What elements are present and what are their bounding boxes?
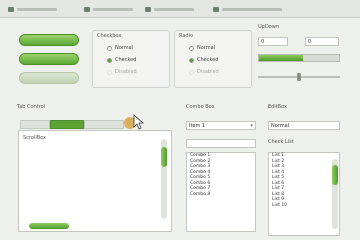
top-tab-3[interactable] bbox=[145, 4, 194, 14]
tab-icon bbox=[145, 6, 151, 12]
combo-title: Combo Box bbox=[186, 104, 215, 110]
radio-normal[interactable]: Normal bbox=[189, 45, 215, 51]
vertical-scrollbar[interactable] bbox=[161, 139, 167, 219]
checkbox-icon bbox=[107, 69, 112, 75]
tab-icon bbox=[213, 6, 219, 12]
progress-bar bbox=[258, 54, 340, 62]
radio-disabled: Disabled bbox=[189, 69, 219, 75]
radio-group-panel: Radio Normal Checked Disabled bbox=[174, 30, 252, 88]
checkbox-group-title: Checkbox bbox=[97, 33, 122, 39]
mouse-cursor-icon bbox=[120, 113, 150, 131]
slider-thumb[interactable] bbox=[297, 73, 301, 81]
check-list-item[interactable]: List 10 bbox=[269, 203, 339, 209]
horizontal-scroll-thumb[interactable] bbox=[29, 223, 69, 229]
checkbox-group-panel: Checkbox Normal Checked Disabled bbox=[92, 30, 170, 88]
tab-control-title: Tab Control bbox=[17, 104, 46, 110]
tab-icon bbox=[84, 6, 90, 12]
top-tab-1[interactable] bbox=[8, 4, 57, 14]
top-tab-4[interactable] bbox=[213, 4, 282, 14]
checkbox-normal[interactable]: Normal bbox=[107, 45, 133, 51]
list-scroll-thumb[interactable] bbox=[332, 165, 338, 185]
disabled-button bbox=[19, 72, 79, 84]
vertical-scroll-thumb[interactable] bbox=[161, 147, 167, 167]
updown-field-b[interactable]: 0 bbox=[305, 37, 339, 46]
primary-button[interactable] bbox=[19, 34, 79, 46]
radio-icon bbox=[189, 69, 194, 75]
progress-fill bbox=[259, 55, 303, 61]
updown-field-a[interactable]: 0 bbox=[258, 37, 288, 46]
radio-checked[interactable]: Checked bbox=[189, 57, 218, 63]
tab-icon bbox=[8, 6, 14, 12]
checkbox-checked[interactable]: Checked bbox=[107, 57, 136, 63]
top-tab-2[interactable] bbox=[84, 4, 133, 14]
editbox-title: EditBox bbox=[268, 104, 287, 110]
checkbox-checked-icon bbox=[107, 57, 112, 63]
radio-group-title: Radio bbox=[179, 33, 194, 39]
checkbox-icon bbox=[107, 45, 112, 51]
secondary-button[interactable] bbox=[19, 53, 79, 65]
editbox-input[interactable]: Normal bbox=[268, 121, 340, 130]
check-list: List 1 List 2 List 3 List 4 List 5 List 6 List… bbox=[268, 152, 340, 236]
radio-icon bbox=[189, 45, 194, 51]
combo-input[interactable] bbox=[186, 139, 256, 148]
updown-title: UpDown bbox=[258, 24, 280, 30]
combo-list: Combo 1 Combo 2 Combo 3 Combo 4 Combo 5 Combo… bbox=[186, 152, 256, 232]
combo-select[interactable]: Item 1 ▾ bbox=[186, 121, 256, 130]
checkbox-disabled: Disabled bbox=[107, 69, 137, 75]
tab-content-panel: ScrollBox bbox=[18, 130, 172, 232]
combo-list-item[interactable]: Combo 8 bbox=[187, 192, 255, 198]
listbox-title: Check List bbox=[268, 139, 294, 145]
scrollbox-label: ScrollBox bbox=[23, 135, 47, 141]
radio-selected-icon bbox=[189, 57, 194, 63]
list-scrollbar[interactable] bbox=[332, 159, 338, 229]
tab-control-tab-2[interactable] bbox=[50, 120, 84, 129]
tab-control-tab-3[interactable] bbox=[84, 120, 124, 129]
chevron-down-icon: ▾ bbox=[250, 123, 253, 129]
tab-control-tab-1[interactable] bbox=[20, 120, 50, 129]
